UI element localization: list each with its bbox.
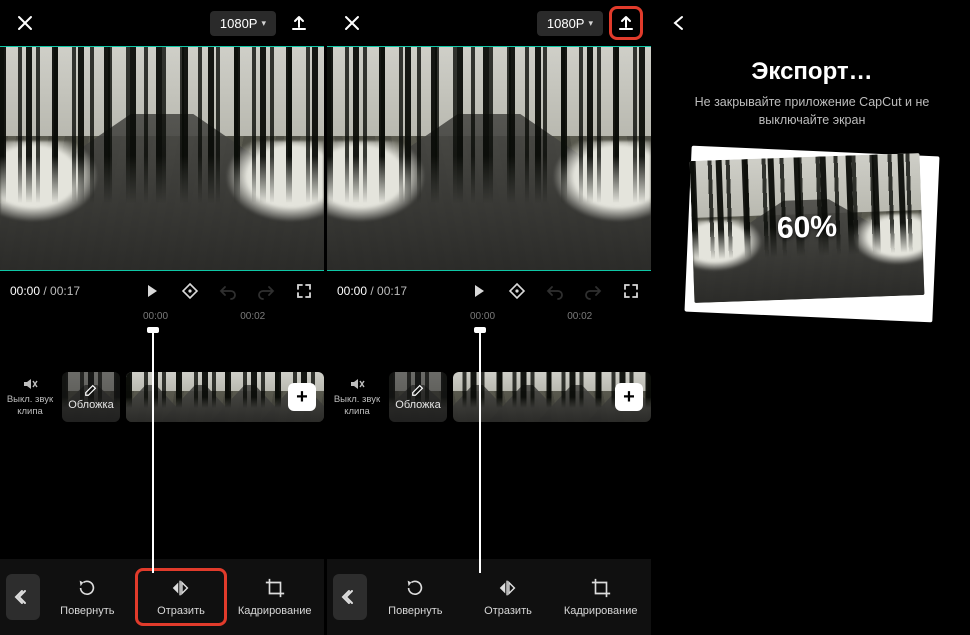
export-pane: Экспорт… Не закрывайте приложение CapCut…	[654, 0, 970, 635]
close-button[interactable]	[8, 6, 42, 40]
editor-pane-original: 1080P ▾ 00:00 / 00:17	[0, 0, 324, 635]
transport-bar: 00:00 / 00:17	[0, 271, 324, 311]
fullscreen-button[interactable]	[621, 281, 641, 301]
play-button[interactable]	[469, 281, 489, 301]
bottom-toolbar: Повернуть Отразить Кадрирование	[327, 559, 651, 635]
timeline-ruler[interactable]: 00:00 00:02	[0, 311, 324, 329]
resolution-dropdown[interactable]: 1080P ▾	[537, 11, 603, 36]
tool-crop[interactable]: Кадрирование	[556, 571, 645, 624]
caret-down-icon: ▾	[588, 18, 593, 29]
add-clip-button[interactable]: +	[615, 383, 643, 411]
timeline-ruler[interactable]: 00:00 00:02	[327, 311, 651, 329]
toolbar-back-button[interactable]	[333, 574, 367, 620]
undo-button[interactable]	[218, 281, 238, 301]
timeline[interactable]: Выкл. звукклипа Обложка 15.1s +	[327, 357, 651, 453]
export-button[interactable]	[282, 6, 316, 40]
time-display: 00:00 / 00:17	[337, 284, 407, 298]
top-bar: 1080P ▾	[0, 0, 324, 46]
keyframe-button[interactable]	[180, 281, 200, 301]
tool-rotate[interactable]: Повернуть	[44, 571, 131, 624]
undo-button[interactable]	[545, 281, 565, 301]
redo-button[interactable]	[583, 281, 603, 301]
keyframe-button[interactable]	[507, 281, 527, 301]
tool-rotate[interactable]: Повернуть	[371, 571, 460, 624]
resolution-label: 1080P	[220, 16, 258, 31]
export-title: Экспорт…	[654, 58, 970, 86]
top-bar: 1080P ▾	[327, 0, 651, 46]
resolution-dropdown[interactable]: 1080P ▾	[210, 11, 276, 36]
mute-clip-button[interactable]: Выкл. звукклипа	[327, 376, 387, 418]
tool-mirror[interactable]: Отразить	[135, 568, 228, 627]
tool-crop[interactable]: Кадрирование	[231, 571, 318, 624]
resolution-label: 1080P	[547, 16, 585, 31]
video-preview[interactable]	[327, 46, 651, 271]
close-button[interactable]	[335, 6, 369, 40]
toolbar-back-button[interactable]	[6, 574, 40, 620]
playhead[interactable]	[479, 329, 481, 573]
bottom-toolbar: Повернуть Отразить Кадрирование	[0, 559, 324, 635]
tool-mirror[interactable]: Отразить	[464, 571, 553, 624]
add-clip-button[interactable]: +	[288, 383, 316, 411]
cover-thumbnail[interactable]: Обложка	[62, 372, 120, 422]
caret-down-icon: ▾	[261, 18, 266, 29]
export-progress-card: 60%	[688, 151, 936, 317]
timeline[interactable]: Выкл. звукклипа Обложка 15.1s +	[0, 357, 324, 453]
cover-thumbnail[interactable]: Обложка	[389, 372, 447, 422]
top-bar	[654, 0, 970, 46]
editor-pane-mirrored: 1080P ▾ 00:00 / 00:17 00:00 00:02	[327, 0, 651, 635]
back-button[interactable]	[664, 8, 694, 38]
redo-button[interactable]	[256, 281, 276, 301]
playhead[interactable]	[152, 329, 154, 573]
fullscreen-button[interactable]	[294, 281, 314, 301]
transport-bar: 00:00 / 00:17	[327, 271, 651, 311]
play-button[interactable]	[142, 281, 162, 301]
video-preview[interactable]	[0, 46, 324, 271]
export-progress-percent: 60%	[690, 153, 925, 303]
time-display: 00:00 / 00:17	[10, 284, 80, 298]
mute-clip-button[interactable]: Выкл. звукклипа	[0, 376, 60, 418]
export-subtitle: Не закрывайте приложение CapCut и не вык…	[654, 94, 970, 129]
export-button[interactable]	[609, 6, 643, 40]
